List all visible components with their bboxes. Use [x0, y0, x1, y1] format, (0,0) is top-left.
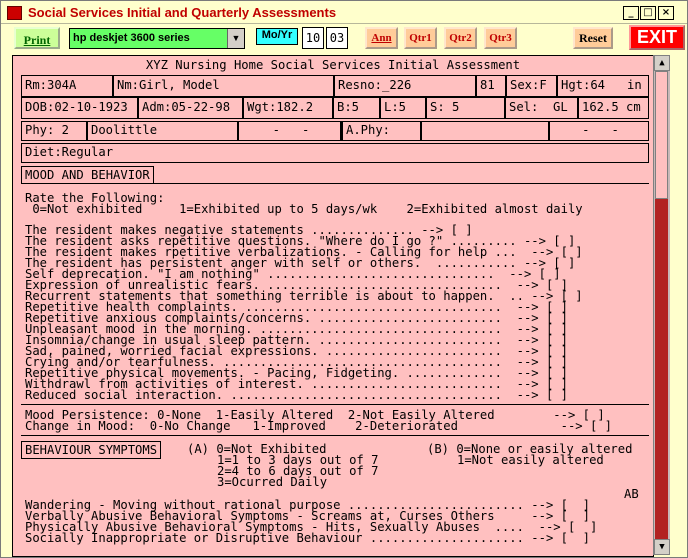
annual-button[interactable]: Ann: [365, 27, 398, 49]
section-divider: [21, 183, 649, 184]
alt-physician-phone-field[interactable]: - -: [549, 121, 649, 141]
form-heading: XYZ Nursing Home Social Services Initial…: [145, 58, 521, 72]
s-field[interactable]: S: 5: [426, 97, 505, 119]
qtr2-button[interactable]: Qtr2: [444, 27, 477, 49]
reset-button[interactable]: Reset: [573, 27, 613, 49]
qtr1-button[interactable]: Qtr1: [404, 27, 437, 49]
weight-field[interactable]: Wgt:182.2: [243, 97, 333, 119]
dob-field[interactable]: DOB:02-10-1923: [21, 97, 138, 119]
scrollbar-track[interactable]: [655, 199, 668, 539]
l-field[interactable]: L:5: [380, 97, 426, 119]
alt-physician-name-field[interactable]: [421, 121, 549, 141]
mo-yr-button[interactable]: Mo/Yr: [256, 28, 298, 45]
toolbar: Print hp deskjet 3600 series ▼ Mo/Yr 10 …: [1, 24, 687, 54]
change-in-mood-row[interactable]: Change in Mood: 0-No Change 1-Improved 2…: [25, 420, 612, 432]
resno-field[interactable]: Resno:_226: [334, 75, 476, 97]
admission-field[interactable]: Adm:05-22-98: [138, 97, 243, 119]
assessment-form: XYZ Nursing Home Social Services Initial…: [12, 55, 654, 557]
app-icon: [7, 6, 22, 20]
scroll-down-icon[interactable]: ▼: [654, 539, 670, 555]
alt-physician-label: A.Phy:: [341, 121, 421, 141]
sex-field[interactable]: Sex:F: [506, 75, 557, 97]
qtr3-button[interactable]: Qtr3: [484, 27, 517, 49]
physician-phone-field[interactable]: - -: [238, 121, 341, 141]
height-field[interactable]: Hgt:64 in: [557, 75, 649, 97]
section-divider: [21, 404, 649, 405]
behaviour-item[interactable]: Socially Inappropriate or Disruptive Beh…: [25, 532, 590, 544]
sel-field[interactable]: Sel: GL: [505, 97, 578, 119]
printer-select-value: hp deskjet 3600 series: [73, 32, 190, 44]
mood-section-title: MOOD AND BEHAVIOR: [21, 166, 154, 184]
diet-field[interactable]: Diet:Regular: [21, 143, 649, 163]
vertical-scrollbar[interactable]: ▲ ▼: [653, 55, 670, 555]
rating-scale: 0=Not exhibited 1=Exhibited up to 5 days…: [25, 202, 583, 216]
section-divider: [21, 435, 649, 436]
behaviour-scale-b: 1=Not easily altered: [457, 453, 604, 467]
height-cm-field[interactable]: 162.5 cm: [578, 97, 649, 119]
print-button[interactable]: Print: [14, 27, 60, 49]
physician-id-field[interactable]: Phy: 2: [21, 121, 87, 141]
mood-item[interactable]: Reduced social interaction. ............…: [25, 389, 568, 401]
room-field[interactable]: Rm:304A: [21, 75, 113, 97]
age-field[interactable]: 81: [476, 75, 506, 97]
scrollbar-thumb[interactable]: [655, 71, 668, 199]
maximize-icon[interactable]: □: [640, 6, 656, 20]
month-field[interactable]: 10: [302, 27, 324, 49]
scroll-up-icon[interactable]: ▲: [654, 55, 670, 71]
name-field[interactable]: Nm:Girl, Model: [113, 75, 334, 97]
close-icon[interactable]: ×: [658, 6, 674, 20]
behaviour-scale-a: 3=Ocurred Daily: [217, 475, 328, 489]
physician-name-field[interactable]: Doolittle: [87, 121, 238, 141]
exit-button[interactable]: EXIT: [629, 25, 685, 50]
ab-column-label: AB: [624, 487, 639, 501]
title-bar: Social Services Initial and Quarterly As…: [1, 1, 687, 24]
window-title: Social Services Initial and Quarterly As…: [28, 5, 337, 20]
behaviour-section-title: BEHAVIOUR SYMPTOMS: [21, 441, 162, 459]
b-field[interactable]: B:5: [333, 97, 380, 119]
chevron-down-icon[interactable]: ▼: [227, 29, 244, 48]
minimize-icon[interactable]: _: [623, 6, 639, 20]
year-field[interactable]: 03: [326, 27, 348, 49]
printer-select[interactable]: hp deskjet 3600 series ▼: [69, 28, 245, 49]
